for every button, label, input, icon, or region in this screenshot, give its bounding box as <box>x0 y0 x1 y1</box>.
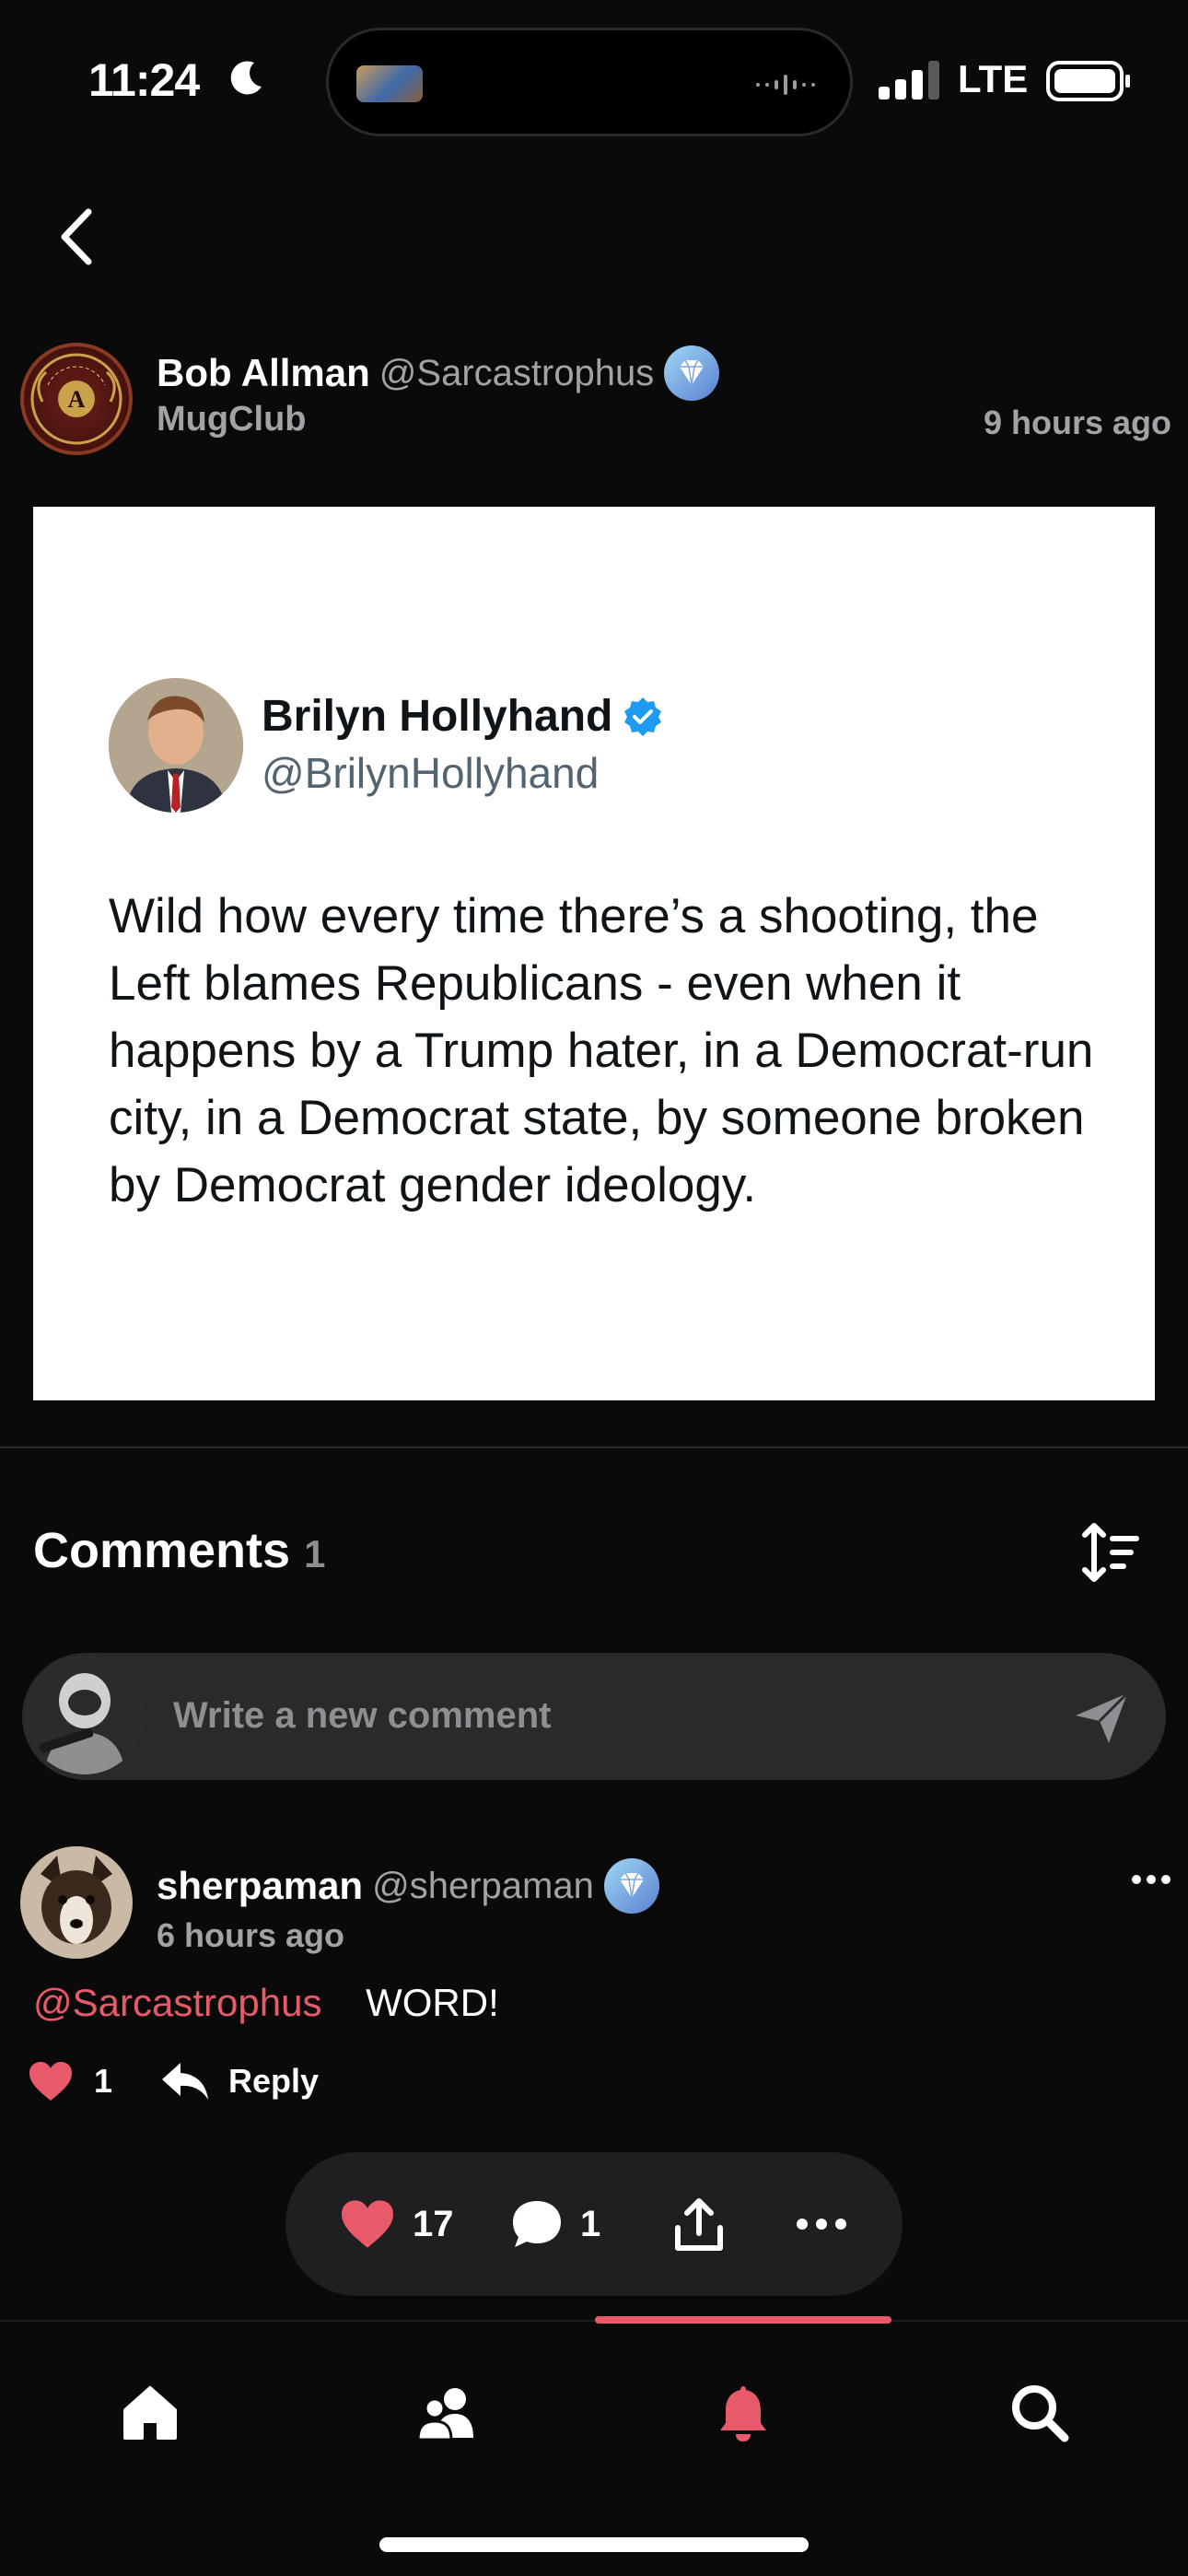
tweet-author-avatar <box>109 678 243 813</box>
comment-placeholder[interactable]: Write a new comment <box>173 1695 551 1737</box>
tweet-text: Wild how every time there’s a shooting, … <box>109 889 1094 1212</box>
diamond-badge-icon <box>664 345 720 401</box>
reply-arrow-icon <box>162 2063 209 2100</box>
comment-actions: 1 Reply <box>28 2060 319 2102</box>
author-avatar[interactable]: A <box>20 343 133 455</box>
comment-like-count: 1 <box>94 2062 113 2100</box>
like-button[interactable]: 17 <box>339 2152 454 2296</box>
heart-icon <box>342 2200 393 2248</box>
commenter-line: sherpaman @sherpaman <box>157 1857 660 1914</box>
post-header: A Bob Allman @Sarcastrophus MugClub 9 ho… <box>20 335 1171 455</box>
comment-button[interactable]: 1 <box>510 2152 600 2296</box>
commenter-name[interactable]: sherpaman <box>157 1864 363 1908</box>
comment-item: sherpaman @sherpaman 6 hours ago @Sarcas… <box>20 1843 1171 2119</box>
battery-icon <box>1046 61 1130 101</box>
section-divider <box>0 1446 1188 1448</box>
group-name[interactable]: MugClub <box>157 400 307 439</box>
dynamic-island[interactable] <box>326 28 853 136</box>
reply-button[interactable]: Reply <box>160 2061 319 2102</box>
post-image[interactable]: Brilyn Hollyhand @BrilynHollyhand Wild h… <box>33 507 1155 1400</box>
post-action-bar: 17 1 <box>285 2152 903 2296</box>
post-timestamp: 9 hours ago <box>983 404 1171 441</box>
sort-icon[interactable] <box>1079 1522 1140 1583</box>
commenter-avatar[interactable] <box>20 1846 133 1959</box>
active-tab-indicator <box>595 2316 891 2324</box>
tweet-name-row: Brilyn Hollyhand <box>262 691 664 742</box>
svg-text:A: A <box>68 386 86 413</box>
verified-badge-icon <box>624 697 662 736</box>
post-like-count: 17 <box>413 2203 454 2244</box>
comments-count: 1 <box>304 1532 326 1575</box>
bell-icon[interactable] <box>713 2383 774 2443</box>
comment-mention[interactable]: @Sarcastrophus <box>33 1981 321 2024</box>
now-playing-thumbnail <box>356 65 423 102</box>
comment-bubble-icon <box>513 2201 561 2247</box>
current-user-avatar <box>26 1657 144 1774</box>
focus-moon-icon <box>230 61 262 95</box>
merit-badge-logo: A <box>30 353 122 445</box>
comments-heading: Comments 1 <box>33 1522 325 1579</box>
tweet-author-handle: @BrilynHollyhand <box>262 749 600 797</box>
comment-text: @Sarcastrophus WORD! <box>33 1981 499 2025</box>
tweet-author-name: Brilyn Hollyhand <box>262 692 613 741</box>
comment-body: WORD! <box>366 1981 499 2024</box>
people-icon[interactable] <box>416 2383 477 2443</box>
status-bar: 11:24 LTE <box>0 0 1188 162</box>
post-comment-count: 1 <box>580 2203 601 2244</box>
reply-label: Reply <box>228 2062 320 2100</box>
commenter-handle[interactable]: @sherpaman <box>372 1866 594 1907</box>
heart-icon[interactable] <box>28 2060 74 2102</box>
search-icon[interactable] <box>1009 2383 1070 2443</box>
post-more-button[interactable] <box>796 2152 847 2296</box>
send-icon[interactable] <box>1072 1688 1131 1747</box>
share-button[interactable] <box>674 2152 724 2296</box>
more-options-icon <box>797 2219 846 2230</box>
tab-bar-divider <box>0 2320 1188 2322</box>
comment-input-field[interactable]: Write a new comment <box>22 1653 1166 1780</box>
diamond-badge-icon <box>603 1858 659 1914</box>
author-line: Bob Allman @Sarcastrophus <box>157 345 720 402</box>
home-indicator <box>379 2537 809 2552</box>
audio-waveform-icon <box>756 75 815 95</box>
author-name[interactable]: Bob Allman <box>157 351 370 395</box>
share-icon <box>675 2198 723 2251</box>
back-chevron-icon[interactable] <box>53 205 99 269</box>
network-type: LTE <box>958 57 1029 100</box>
cellular-signal-icon <box>879 61 939 100</box>
comments-title: Comments <box>33 1523 291 1578</box>
home-icon[interactable] <box>120 2383 181 2443</box>
status-time: 11:24 <box>88 54 200 106</box>
author-handle[interactable]: @Sarcastrophus <box>379 353 655 394</box>
comment-timestamp: 6 hours ago <box>157 1916 345 1954</box>
more-options-icon[interactable] <box>1131 1874 1171 1885</box>
